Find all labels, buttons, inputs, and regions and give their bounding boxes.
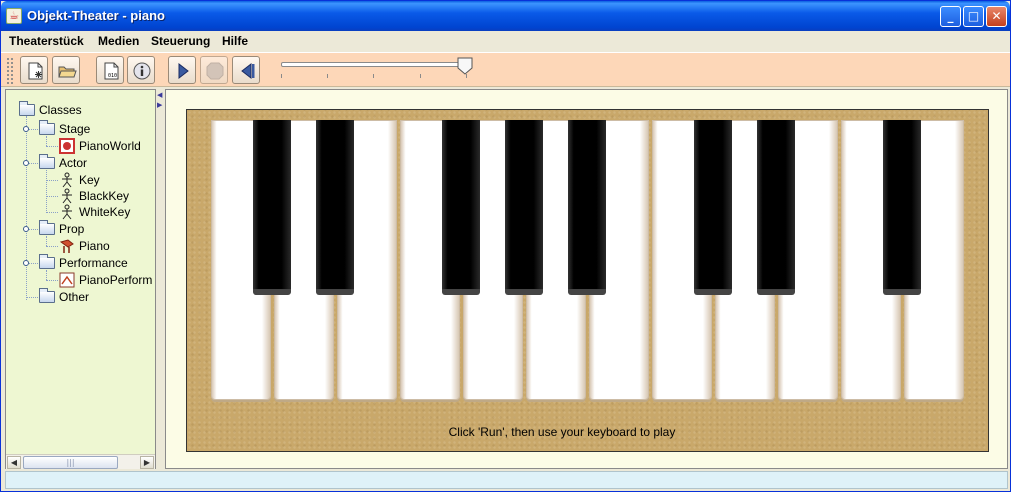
tree-connector <box>46 280 58 281</box>
maximize-button[interactable]: □ <box>963 6 984 27</box>
tree-expand-handle[interactable] <box>23 226 29 232</box>
status-bar <box>5 471 1008 489</box>
black-key[interactable] <box>757 120 795 295</box>
tree-connector <box>46 236 47 246</box>
black-key[interactable] <box>883 120 921 295</box>
tree-connector <box>46 196 58 197</box>
tree-connector <box>46 246 58 247</box>
world-hint-text: Click 'Run', then use your keyboard to p… <box>448 425 676 439</box>
menu-hilfe[interactable]: Hilfe <box>222 34 248 48</box>
actor-class-icon <box>62 204 72 220</box>
world-class-icon <box>59 138 75 154</box>
tree-connector <box>46 146 58 147</box>
black-key[interactable] <box>568 120 606 295</box>
play-icon <box>178 62 189 80</box>
tree-expand-handle[interactable] <box>23 160 29 166</box>
minimize-button[interactable]: _ <box>940 6 961 27</box>
folder-icon <box>39 220 55 235</box>
open-button[interactable] <box>52 56 80 84</box>
horizontal-scrollbar[interactable]: ◀ ||| ▶ <box>6 454 155 469</box>
compile-button[interactable]: 010 <box>96 56 124 84</box>
folder-icon <box>39 254 55 269</box>
slider-tick <box>373 74 374 78</box>
scrollbar-thumb[interactable]: ||| <box>23 456 118 469</box>
tree-connector <box>46 180 58 181</box>
class-tree: Classes Stage PianoWorld Actor Key Black… <box>6 90 155 452</box>
class-browser-panel: Classes Stage PianoWorld Actor Key Black… <box>5 89 156 469</box>
folder-icon <box>39 120 55 135</box>
prop-class-icon <box>59 239 74 253</box>
tree-connector <box>46 136 47 146</box>
tree-connector <box>46 270 47 280</box>
tree-expand-handle[interactable] <box>23 126 29 132</box>
black-key[interactable] <box>442 120 480 295</box>
folder-icon <box>39 154 55 169</box>
tree-connector <box>46 212 58 213</box>
reset-icon <box>241 62 255 80</box>
scroll-left-icon[interactable]: ◀ <box>7 456 21 469</box>
compile-file-icon: 010 <box>104 62 119 80</box>
info-icon <box>133 62 151 80</box>
application-window: ☕ Objekt-Theater - piano _ □ ✕ Theaterst… <box>0 0 1011 492</box>
new-scenario-button[interactable] <box>20 56 48 84</box>
toolbar: 010 <box>1 52 1010 87</box>
open-folder-icon <box>58 66 77 78</box>
toolbar-grip[interactable] <box>6 57 14 84</box>
run-button[interactable] <box>168 56 196 84</box>
window-title: Objekt-Theater - piano <box>27 8 165 23</box>
stop-icon <box>206 62 224 80</box>
menu-steuerung[interactable]: Steuerung <box>151 34 210 48</box>
black-key[interactable] <box>253 120 291 295</box>
speed-slider-thumb[interactable] <box>457 57 473 75</box>
slider-tick <box>327 74 328 78</box>
split-pane-divider[interactable]: ◀ ▶ <box>157 89 163 469</box>
black-key[interactable] <box>316 120 354 295</box>
close-button[interactable]: ✕ <box>986 6 1007 27</box>
black-key[interactable] <box>694 120 732 295</box>
actor-class-icon <box>62 188 72 204</box>
folder-icon <box>39 288 55 303</box>
title-bar[interactable]: ☕ Objekt-Theater - piano _ □ ✕ <box>1 1 1010 31</box>
speed-slider-track[interactable] <box>281 62 471 67</box>
tree-connector <box>26 116 27 300</box>
actor-class-icon <box>62 172 72 188</box>
world-viewport: Click 'Run', then use your keyboard to p… <box>165 89 1008 469</box>
menu-medien[interactable]: Medien <box>98 34 139 48</box>
slider-tick <box>420 74 421 78</box>
tree-connector <box>26 297 38 298</box>
info-button[interactable] <box>127 56 155 84</box>
menu-theaterstueck[interactable]: Theaterstück <box>9 34 84 48</box>
piano-world[interactable]: Click 'Run', then use your keyboard to p… <box>186 109 989 452</box>
stop-button[interactable] <box>200 56 228 84</box>
new-file-icon <box>28 62 43 80</box>
menu-bar: Theaterstück Medien Steuerung Hilfe <box>1 31 1010 51</box>
svg-text:010: 010 <box>108 73 117 79</box>
collapse-left-icon[interactable]: ◀ <box>157 91 163 99</box>
folder-icon <box>19 101 35 116</box>
slider-tick <box>281 74 282 78</box>
java-app-icon: ☕ <box>6 8 22 24</box>
performance-class-icon <box>59 272 75 288</box>
tree-expand-handle[interactable] <box>23 260 29 266</box>
expand-right-icon[interactable]: ▶ <box>157 101 163 109</box>
black-key[interactable] <box>505 120 543 295</box>
piano-keyboard[interactable] <box>187 110 990 453</box>
scroll-right-icon[interactable]: ▶ <box>140 456 154 469</box>
tree-connector <box>46 170 47 213</box>
reset-button[interactable] <box>232 56 260 84</box>
